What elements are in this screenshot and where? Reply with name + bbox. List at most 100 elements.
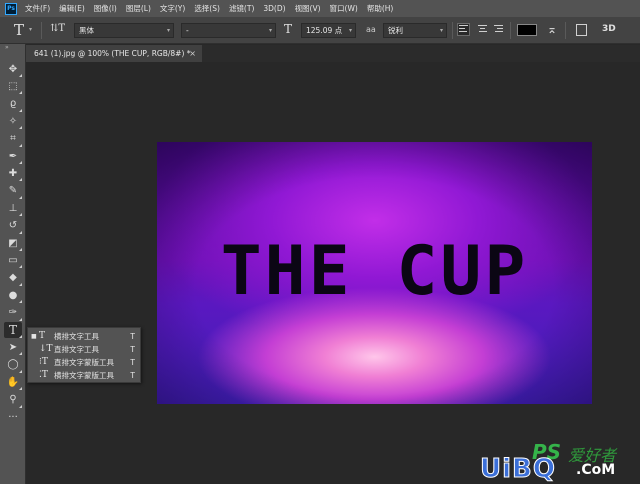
- ellipse-tool-button[interactable]: ◯: [4, 357, 22, 373]
- path-selection-tool-button[interactable]: ➤: [4, 339, 22, 356]
- align-center-button[interactable]: [477, 24, 488, 35]
- flyout-indicator-icon: [19, 352, 22, 356]
- magic-wand-tool-icon: ✧: [8, 115, 18, 127]
- brush-tool-button[interactable]: ✎: [4, 183, 22, 199]
- chevron-down-icon: ▾: [268, 27, 272, 34]
- flyout-indicator-icon: [19, 230, 22, 234]
- magic-wand-tool-button[interactable]: ✧: [4, 113, 22, 130]
- font-style-select[interactable]: - ▾: [181, 23, 276, 38]
- more-tools-button[interactable]: ···: [4, 409, 22, 425]
- type-tool-icon: T: [8, 323, 17, 337]
- menu-type[interactable]: 文字(Y): [160, 3, 185, 14]
- type-tool-variant-icon: ⁝T: [39, 357, 48, 367]
- type-tool-flyout-menu: ■ T 横排文字工具 T ↓T 直排文字工具 T ⁝T 直排文字蒙版工具 T ⁚T 横排文字蒙版工具 T: [27, 327, 141, 383]
- flyout-item[interactable]: ■ T 横排文字工具 T: [28, 330, 140, 343]
- brush-tool-icon: ✎: [8, 185, 18, 197]
- document-canvas[interactable]: THE CUP: [157, 142, 592, 404]
- flyout-indicator-icon: [19, 74, 22, 77]
- eyedropper-tool-button[interactable]: ✒: [4, 148, 22, 164]
- menu-file[interactable]: 文件(F): [25, 3, 50, 14]
- lasso-tool-button[interactable]: ϱ: [4, 96, 22, 112]
- flyout-indicator-icon: [19, 404, 22, 408]
- dodge-tool-icon: ●: [8, 289, 18, 301]
- menu-select[interactable]: 选择(S): [194, 3, 220, 14]
- type-tool-variant-icon: ↓T: [39, 344, 53, 354]
- menu-layer[interactable]: 图层(L): [126, 3, 151, 14]
- document-tab[interactable]: 641 (1).jpg @ 100% (THE CUP, RGB/8#) * ×: [26, 45, 202, 62]
- menu-help[interactable]: 帮助(H): [367, 3, 394, 14]
- flyout-indicator-icon: [19, 91, 22, 95]
- tools-panel: » ✥ ⬚ ϱ ✧ ⌗ ✒ ✚ ✎ ⊥ ↺ ◩ ▭ ◆ ● ✑ T ➤ ◯ ✋ ⚲ ···: [0, 44, 26, 484]
- pen-tool-icon: ✑: [8, 307, 18, 319]
- clone-stamp-tool-button[interactable]: ⊥: [4, 200, 22, 217]
- close-icon[interactable]: ×: [189, 45, 196, 62]
- zoom-tool-button[interactable]: ⚲: [4, 392, 22, 408]
- menu-3d[interactable]: 3D(D): [263, 4, 285, 13]
- collapse-panel-icon[interactable]: »: [5, 44, 9, 51]
- divider: [41, 22, 42, 39]
- dodge-tool-button[interactable]: ●: [4, 287, 22, 304]
- type-tool-preset-icon[interactable]: T: [14, 21, 24, 39]
- chevron-down-icon: ▾: [439, 27, 443, 34]
- flyout-indicator-icon: [19, 108, 22, 112]
- flyout-indicator-icon: [19, 317, 22, 321]
- divider: [452, 22, 453, 39]
- move-tool-icon: ✥: [8, 63, 18, 75]
- flyout-indicator-icon: [19, 300, 22, 304]
- healing-brush-tool-icon: ✚: [8, 167, 18, 179]
- 3d-button[interactable]: 3D: [602, 24, 616, 34]
- toggle-orientation-icon[interactable]: ⇅T: [50, 23, 65, 34]
- flyout-indicator-icon: [19, 161, 22, 164]
- flyout-item-label: 横排文字蒙版工具: [54, 371, 114, 380]
- eyedropper-tool-icon: ✒: [8, 150, 18, 162]
- hand-tool-icon: ✋: [6, 376, 20, 388]
- eraser-tool-button[interactable]: ◩: [4, 235, 22, 251]
- font-size-icon: T: [284, 22, 293, 36]
- hand-tool-button[interactable]: ✋: [4, 374, 22, 391]
- flyout-indicator-icon: [19, 126, 22, 130]
- align-left-button[interactable]: [457, 23, 470, 36]
- warp-text-icon[interactable]: ⌅: [547, 22, 557, 36]
- chevron-down-icon: ▾: [166, 27, 170, 34]
- flyout-indicator-icon: [19, 282, 22, 286]
- flyout-indicator-icon: [19, 178, 22, 182]
- flyout-item[interactable]: ⁚T 横排文字蒙版工具 T: [28, 369, 140, 382]
- marquee-tool-button[interactable]: ⬚: [4, 78, 22, 95]
- crop-tool-button[interactable]: ⌗: [4, 131, 22, 147]
- gradient-tool-button[interactable]: ▭: [4, 252, 22, 269]
- more-tools-icon: ···: [8, 411, 18, 423]
- align-right-button[interactable]: [493, 24, 504, 35]
- font-family-value: 黑体: [79, 26, 94, 35]
- history-brush-tool-button[interactable]: ↺: [4, 218, 22, 234]
- ellipse-tool-icon: ◯: [7, 359, 19, 371]
- font-size-value: 125.09 点: [306, 26, 343, 35]
- watermark-tld: .CoM: [576, 462, 616, 478]
- divider: [510, 22, 511, 39]
- character-panel-icon[interactable]: [576, 24, 587, 36]
- flyout-indicator-icon: [19, 213, 22, 217]
- flyout-item[interactable]: ⁝T 直排文字蒙版工具 T: [28, 356, 140, 369]
- flyout-item-shortcut: T: [130, 345, 135, 354]
- antialias-select[interactable]: 锐利 ▾: [383, 23, 447, 38]
- flyout-item-shortcut: T: [130, 358, 135, 367]
- preset-chevron-down-icon[interactable]: ▾: [29, 26, 32, 33]
- healing-brush-tool-button[interactable]: ✚: [4, 165, 22, 182]
- menu-window[interactable]: 窗口(W): [330, 3, 358, 14]
- flyout-indicator-icon: [19, 335, 22, 338]
- menu-view[interactable]: 视图(V): [295, 3, 321, 14]
- menu-image[interactable]: 图像(I): [94, 3, 117, 14]
- canvas-text-layer[interactable]: THE CUP: [157, 232, 592, 312]
- type-tool-button[interactable]: T: [4, 322, 22, 338]
- blur-tool-button[interactable]: ◆: [4, 270, 22, 286]
- font-family-select[interactable]: 黑体 ▾: [74, 23, 174, 38]
- menu-filter[interactable]: 滤镜(T): [229, 3, 254, 14]
- menu-edit[interactable]: 编辑(E): [59, 3, 85, 14]
- move-tool-button[interactable]: ✥: [4, 61, 22, 77]
- pen-tool-button[interactable]: ✑: [4, 305, 22, 321]
- flyout-item-shortcut: T: [130, 371, 135, 380]
- flyout-indicator-icon: [19, 195, 22, 199]
- text-color-swatch[interactable]: [517, 24, 537, 36]
- flyout-item[interactable]: ↓T 直排文字工具 T: [28, 343, 140, 356]
- font-size-input[interactable]: 125.09 点 ▾: [301, 23, 356, 38]
- font-style-value: -: [186, 26, 189, 35]
